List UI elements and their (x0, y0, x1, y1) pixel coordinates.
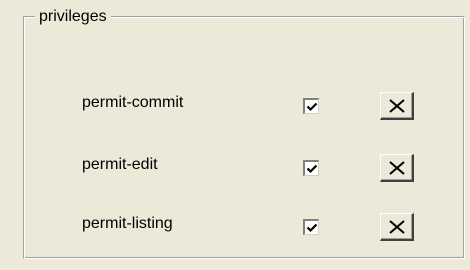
permit-listing-checkbox[interactable] (303, 219, 319, 235)
privilege-label-permit-commit: permit-commit (82, 94, 184, 111)
close-x-icon (389, 99, 405, 113)
permit-commit-checkbox[interactable] (303, 98, 319, 114)
close-x-icon (389, 161, 405, 175)
delete-permit-listing-button[interactable] (380, 213, 414, 241)
checkmark-icon (306, 164, 318, 174)
privilege-label-permit-edit: permit-edit (82, 156, 158, 173)
privileges-group-title: privileges (35, 7, 111, 27)
delete-permit-edit-button[interactable] (380, 154, 414, 182)
close-x-icon (389, 220, 405, 234)
privilege-label-permit-listing: permit-listing (82, 215, 173, 232)
checkmark-icon (306, 223, 318, 233)
checkmark-icon (306, 102, 318, 112)
delete-permit-commit-button[interactable] (380, 92, 414, 120)
permit-edit-checkbox[interactable] (303, 160, 319, 176)
